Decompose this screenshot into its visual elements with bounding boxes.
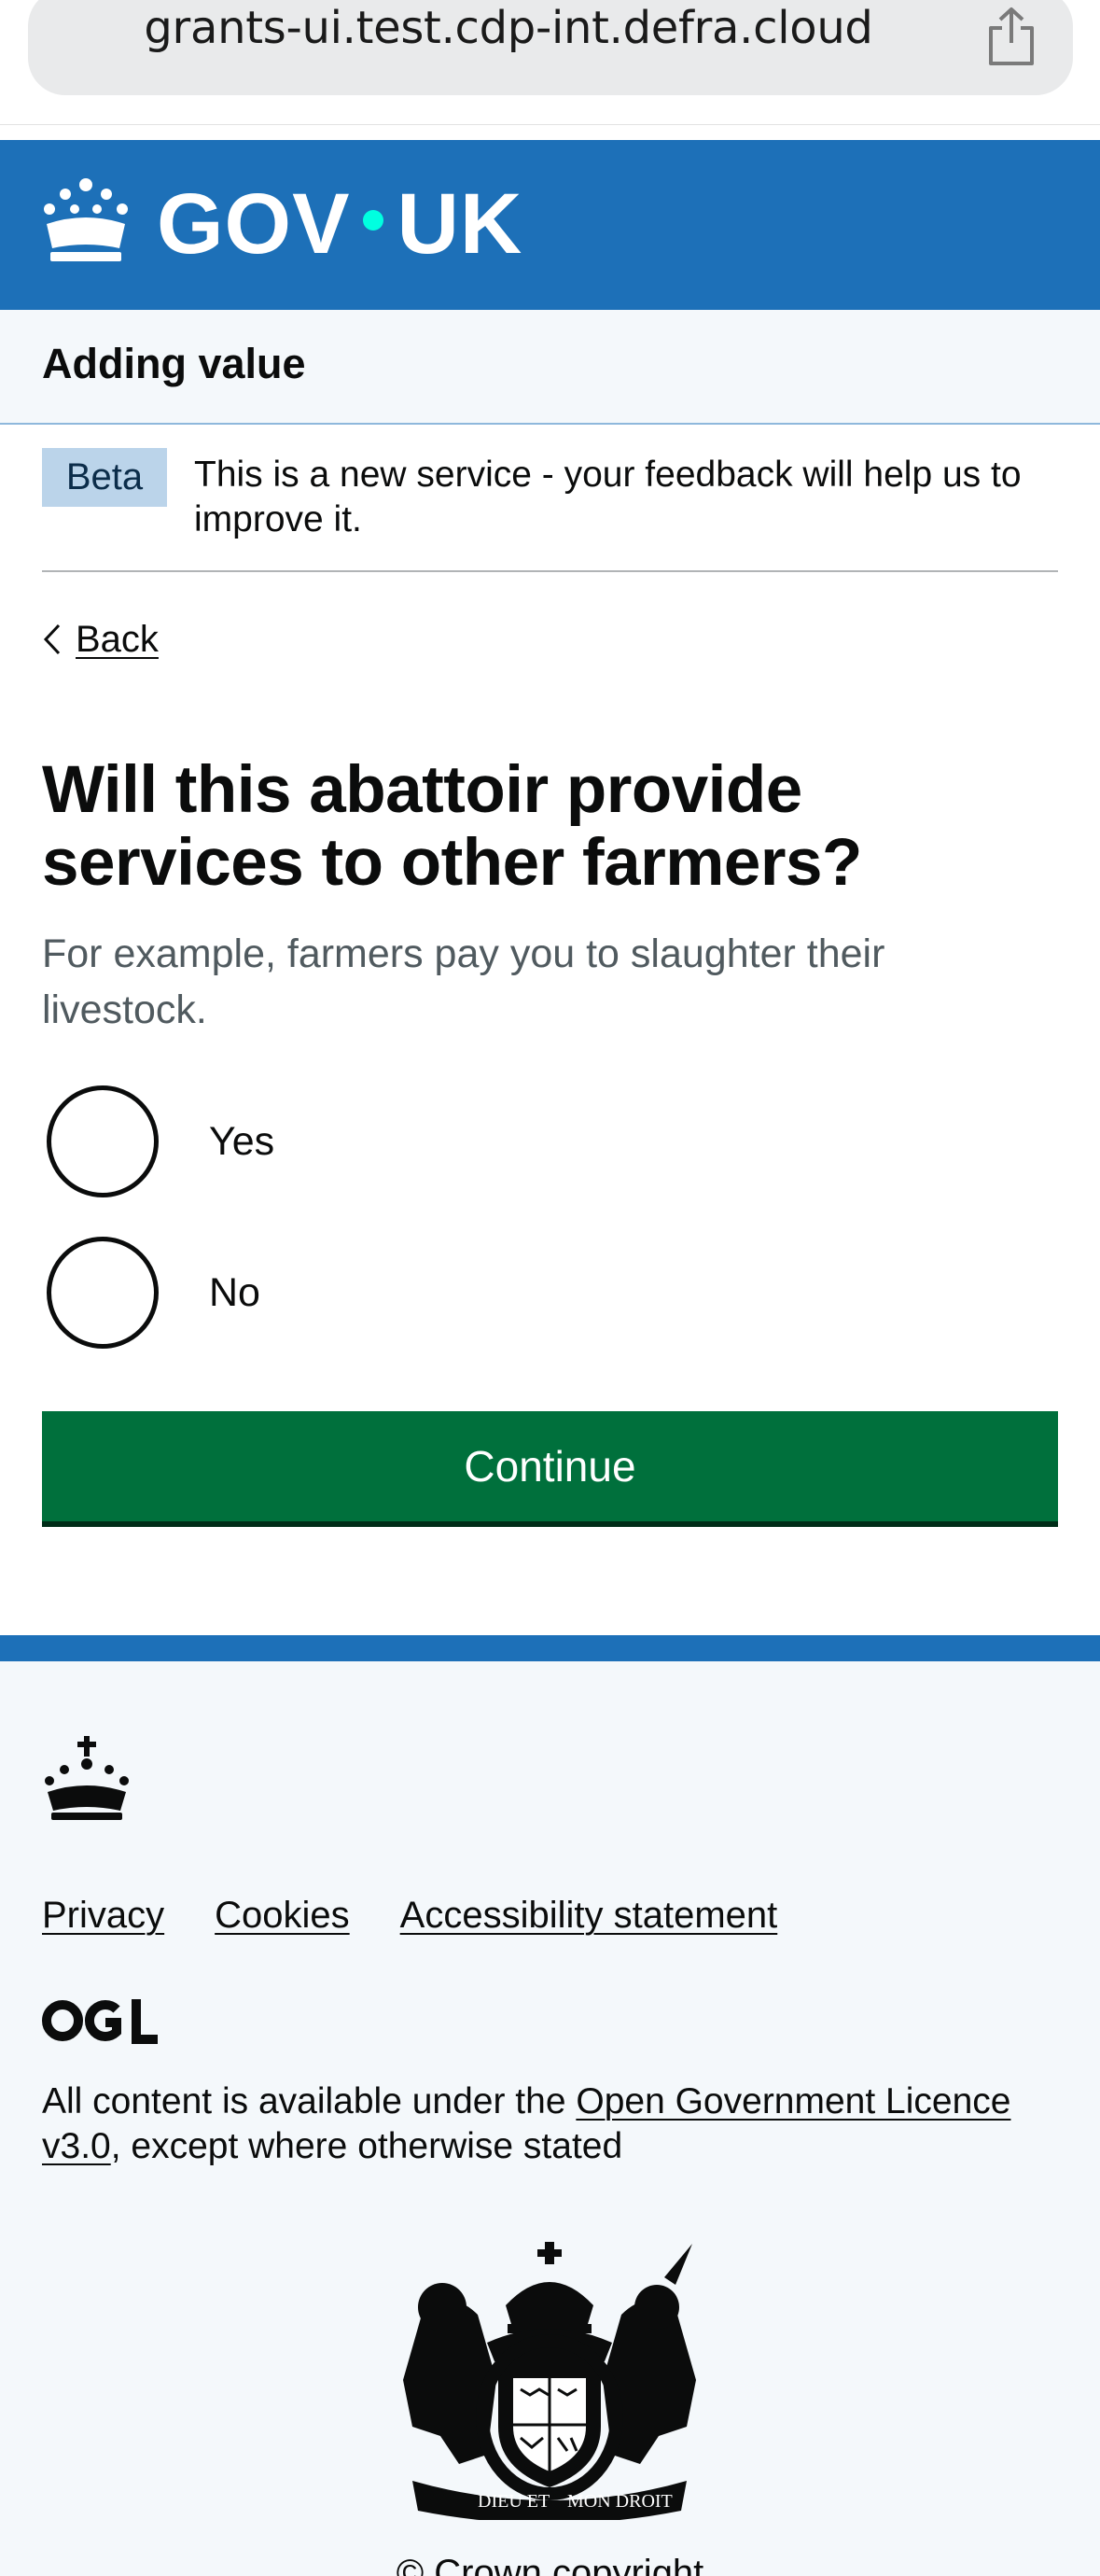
arms-motto-right: MON DROIT: [567, 2491, 673, 2512]
wordmark-dot: [363, 209, 384, 231]
crown-icon[interactable]: [41, 175, 131, 263]
radio-button-no[interactable]: [47, 1237, 159, 1349]
footer-link-cookies[interactable]: Cookies: [215, 1895, 350, 1937]
crown-icon: [45, 1736, 129, 1820]
licence-prefix: All content is available under the: [42, 2081, 577, 2121]
share-icon[interactable]: [985, 6, 1037, 67]
footer-link-accessibility[interactable]: Accessibility statement: [400, 1895, 778, 1937]
radio-option-no[interactable]: No: [47, 1236, 606, 1350]
royal-coat-of-arms-icon: DIEU ET MON DROIT: [403, 2242, 696, 2520]
service-name[interactable]: Adding value: [42, 340, 306, 388]
chevron-left-icon: [43, 623, 61, 655]
govuk-header: GOV UK: [0, 140, 1100, 310]
phase-banner-text: This is a new service - your feedback wi…: [194, 455, 1022, 539]
continue-button[interactable]: Continue: [42, 1411, 1058, 1521]
footer: Privacy Cookies Accessibility statement …: [0, 1635, 1100, 2576]
beta-tag: Beta: [42, 448, 167, 507]
service-navigation: Adding value: [0, 310, 1100, 425]
licence-suffix: , except where otherwise stated: [110, 2126, 623, 2166]
page-title: Will this abattoir provide services to o…: [42, 753, 862, 900]
wordmark-right: UK: [397, 176, 523, 272]
ogl-logo-icon: [42, 1999, 158, 2044]
radio-label-no: No: [209, 1269, 260, 1315]
wordmark-left: GOV: [157, 176, 351, 272]
radio-option-yes[interactable]: Yes: [47, 1085, 606, 1198]
url-text: grants-ui.test.cdp-int.defra.cloud: [144, 2, 873, 54]
licence-text: All content is available under the Open …: [42, 2079, 1031, 2169]
radio-button-yes[interactable]: [47, 1085, 159, 1197]
govuk-wordmark[interactable]: GOV UK: [157, 181, 522, 267]
radio-label-yes: Yes: [209, 1118, 275, 1164]
footer-links: Privacy Cookies Accessibility statement: [42, 1895, 777, 1937]
question-hint: For example, farmers pay you to slaughte…: [42, 931, 885, 1032]
url-field[interactable]: grants-ui.test.cdp-int.defra.cloud: [28, 0, 1073, 95]
back-link-label: Back: [76, 618, 159, 660]
phase-banner: Beta This is a new service - your feedba…: [42, 425, 1058, 572]
footer-link-privacy[interactable]: Privacy: [42, 1895, 164, 1937]
arms-motto-left: DIEU ET: [478, 2491, 550, 2512]
back-link[interactable]: Back: [42, 611, 159, 667]
copyright-link[interactable]: © Crown copyright: [0, 2553, 1100, 2576]
browser-address-bar: grants-ui.test.cdp-int.defra.cloud: [0, 0, 1100, 125]
